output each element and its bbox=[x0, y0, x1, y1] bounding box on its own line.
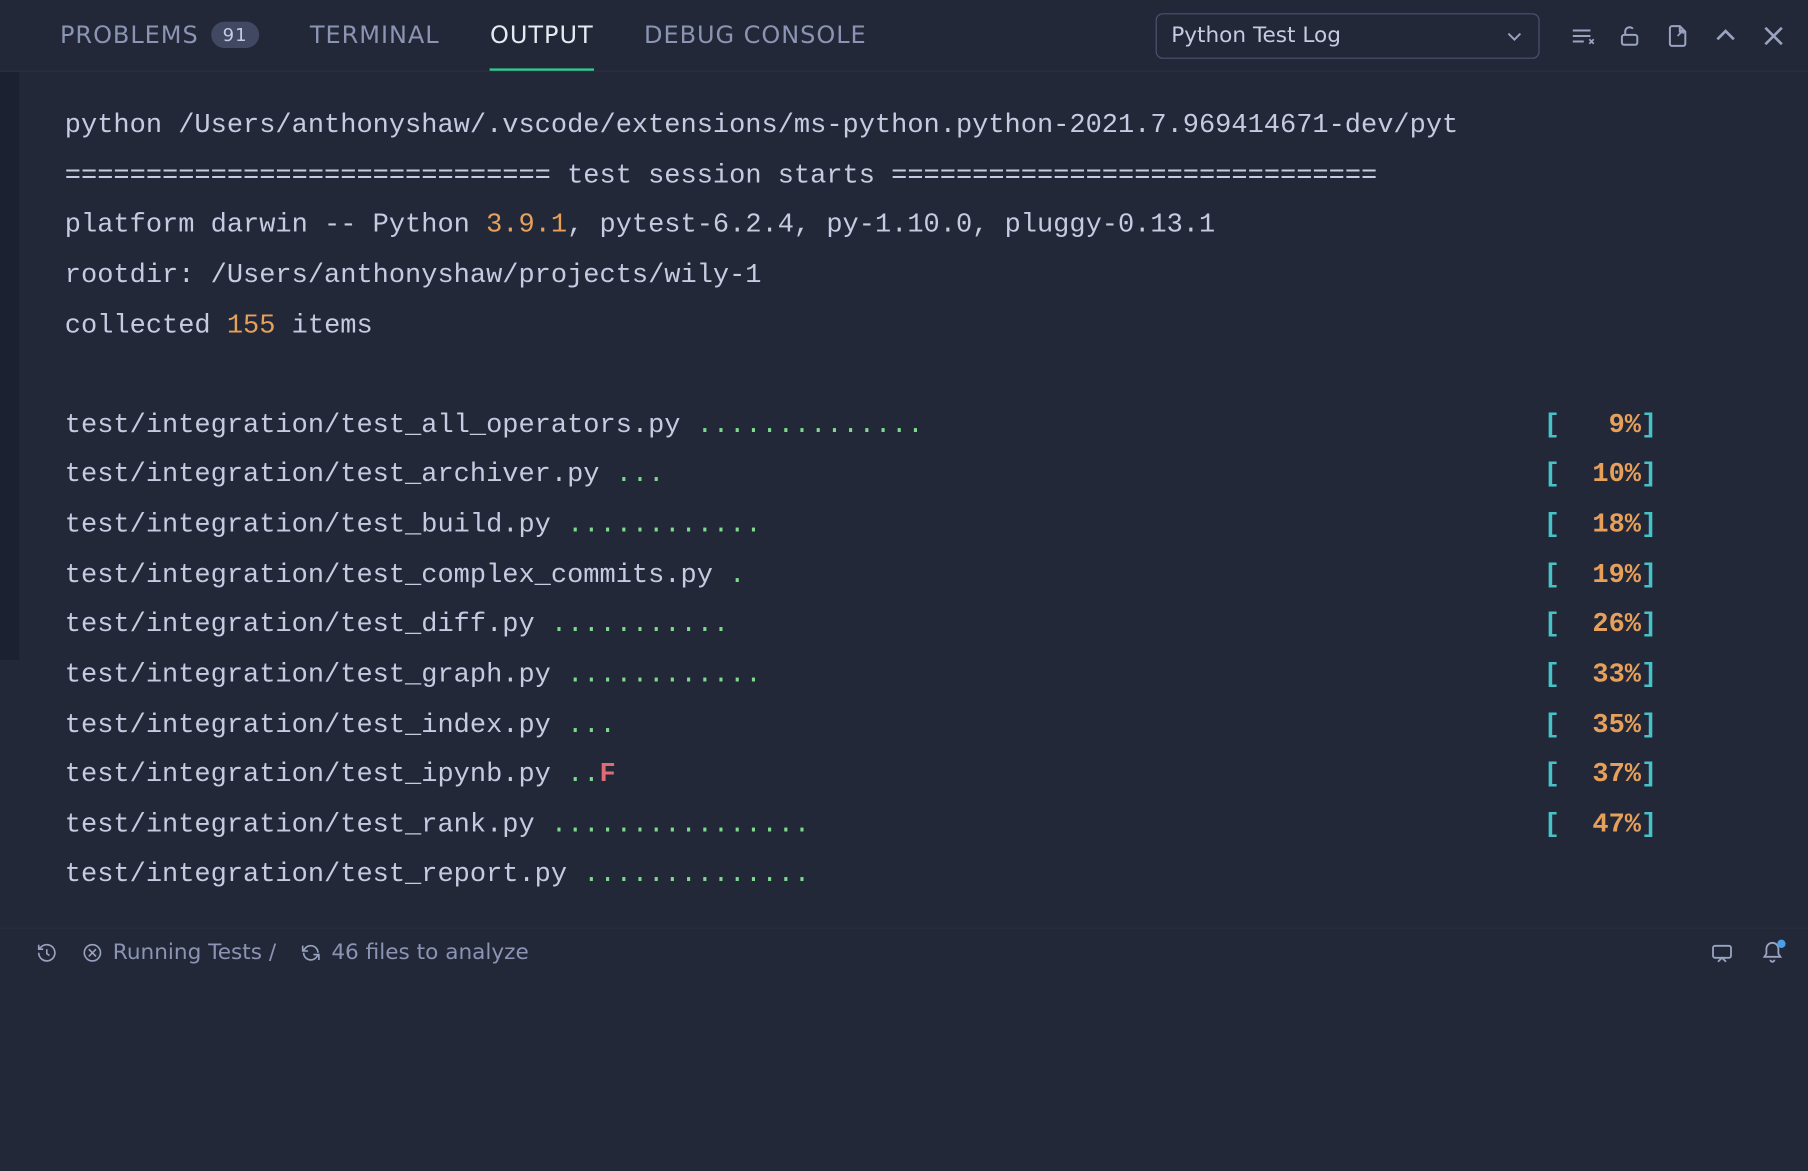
output-panel[interactable]: python /Users/anthonyshaw/.vscode/extens… bbox=[0, 72, 1808, 928]
test-fail-mark: F bbox=[600, 750, 616, 800]
tab-debug-console[interactable]: DEBUG CONSOLE bbox=[644, 0, 867, 71]
test-progress: [ 35%] bbox=[1544, 700, 1808, 750]
problems-badge: 91 bbox=[211, 21, 260, 47]
test-file-path: test/integration/test_archiver.py bbox=[65, 450, 616, 500]
panel-header: PROBLEMS 91 TERMINAL OUTPUT DEBUG CONSOL… bbox=[0, 0, 1808, 72]
test-progress: [ 10%] bbox=[1544, 450, 1808, 500]
output-channel-label: Python Test Log bbox=[1171, 23, 1341, 48]
test-progress-pct: 19% bbox=[1576, 550, 1641, 600]
panel-toolbar bbox=[1568, 22, 1786, 48]
test-row: test/integration/test_graph.py .........… bbox=[65, 650, 1808, 700]
platform-line: platform darwin -- Python 3.9.1, pytest-… bbox=[65, 209, 1215, 240]
test-progress-pct: 35% bbox=[1576, 700, 1641, 750]
status-files-to-analyze[interactable]: 46 files to analyze bbox=[300, 940, 529, 965]
test-file-path: test/integration/test_index.py bbox=[65, 700, 567, 750]
session-divider: ============================== test sess… bbox=[65, 159, 1377, 190]
chevron-up-icon[interactable] bbox=[1712, 22, 1738, 48]
panel-tabs: PROBLEMS 91 TERMINAL OUTPUT DEBUG CONSOL… bbox=[60, 0, 867, 71]
test-pass-dots: ............ bbox=[567, 500, 761, 550]
test-rows: test/integration/test_all_operators.py .… bbox=[65, 401, 1808, 901]
chevron-down-icon bbox=[1505, 26, 1524, 45]
test-progress: [ 9%] bbox=[1544, 401, 1808, 451]
test-file-path: test/integration/test_diff.py bbox=[65, 600, 551, 650]
status-running-tests[interactable]: Running Tests / bbox=[82, 940, 277, 965]
test-file-path: test/integration/test_ipynb.py bbox=[65, 750, 567, 800]
test-file-path: test/integration/test_build.py bbox=[65, 500, 567, 550]
test-progress-pct: 47% bbox=[1576, 800, 1641, 850]
test-progress-pct: 10% bbox=[1576, 450, 1641, 500]
status-bar: Running Tests / 46 files to analyze bbox=[0, 928, 1808, 976]
collected-line: collected 155 items bbox=[65, 309, 373, 340]
status-running-label: Running Tests / bbox=[113, 940, 276, 965]
close-panel-icon[interactable] bbox=[1760, 22, 1786, 48]
test-row: test/integration/test_archiver.py ... [ 1… bbox=[65, 450, 1808, 500]
tab-problems[interactable]: PROBLEMS 91 bbox=[60, 0, 260, 71]
history-icon[interactable] bbox=[36, 941, 58, 963]
test-progress: [ 26%] bbox=[1544, 600, 1808, 650]
test-file-path: test/integration/test_all_operators.py bbox=[65, 401, 697, 451]
test-pass-dots: ............ bbox=[567, 650, 761, 700]
test-progress-pct: 26% bbox=[1576, 600, 1641, 650]
test-pass-dots: ................ bbox=[551, 800, 810, 850]
test-progress-pct: 18% bbox=[1576, 500, 1641, 550]
test-row: test/integration/test_report.py ........… bbox=[65, 850, 1808, 900]
test-pass-dots: . bbox=[729, 550, 745, 600]
test-pass-dots: ... bbox=[616, 450, 665, 500]
feedback-icon[interactable] bbox=[1710, 940, 1734, 964]
test-progress: [ 18%] bbox=[1544, 500, 1808, 550]
test-pass-dots: ........... bbox=[551, 600, 729, 650]
test-row: test/integration/test_complex_commits.py… bbox=[65, 550, 1808, 600]
test-row: test/integration/test_ipynb.py ..F [ 37%] bbox=[65, 750, 1808, 800]
lock-open-icon[interactable] bbox=[1616, 22, 1642, 48]
test-progress-pct: 37% bbox=[1576, 750, 1641, 800]
test-progress-pct: 33% bbox=[1576, 650, 1641, 700]
test-file-path: test/integration/test_report.py bbox=[65, 850, 583, 900]
test-progress: [ 37%] bbox=[1544, 750, 1808, 800]
test-progress: [ 33%] bbox=[1544, 650, 1808, 700]
cmdline-text: python /Users/anthonyshaw/.vscode/extens… bbox=[65, 109, 1458, 140]
test-file-path: test/integration/test_rank.py bbox=[65, 800, 551, 850]
test-progress: [ 19%] bbox=[1544, 550, 1808, 600]
tab-label: TERMINAL bbox=[310, 20, 440, 49]
test-progress: [ 47%] bbox=[1544, 800, 1808, 850]
clear-output-icon[interactable] bbox=[1568, 22, 1594, 48]
tab-label: DEBUG CONSOLE bbox=[644, 20, 867, 49]
test-progress-pct: 9% bbox=[1576, 401, 1641, 451]
error-circle-icon bbox=[82, 941, 104, 963]
tab-terminal[interactable]: TERMINAL bbox=[310, 0, 440, 71]
output-channel-select[interactable]: Python Test Log bbox=[1156, 13, 1540, 59]
test-pass-dots: .. bbox=[567, 750, 599, 800]
test-pass-dots: .............. bbox=[697, 401, 924, 451]
rootdir-line: rootdir: /Users/anthonyshaw/projects/wil… bbox=[65, 259, 762, 290]
test-row: test/integration/test_rank.py ..........… bbox=[65, 800, 1808, 850]
status-analyze-label: 46 files to analyze bbox=[331, 940, 528, 965]
tab-label: PROBLEMS bbox=[60, 20, 199, 49]
sync-icon bbox=[300, 941, 322, 963]
test-pass-dots: .............. bbox=[583, 850, 810, 900]
test-row: test/integration/test_diff.py ..........… bbox=[65, 600, 1808, 650]
bell-icon[interactable] bbox=[1760, 940, 1784, 964]
tab-label: OUTPUT bbox=[490, 20, 594, 49]
test-file-path: test/integration/test_complex_commits.py bbox=[65, 550, 729, 600]
test-row: test/integration/test_all_operators.py .… bbox=[65, 401, 1808, 451]
notification-dot-icon bbox=[1777, 939, 1785, 947]
test-pass-dots: ... bbox=[567, 700, 616, 750]
test-row: test/integration/test_index.py ... [ 35%] bbox=[65, 700, 1808, 750]
open-log-file-icon[interactable] bbox=[1664, 22, 1690, 48]
test-file-path: test/integration/test_graph.py bbox=[65, 650, 567, 700]
test-row: test/integration/test_build.py .........… bbox=[65, 500, 1808, 550]
activity-bar-edge bbox=[0, 72, 19, 660]
tab-output[interactable]: OUTPUT bbox=[490, 0, 594, 71]
